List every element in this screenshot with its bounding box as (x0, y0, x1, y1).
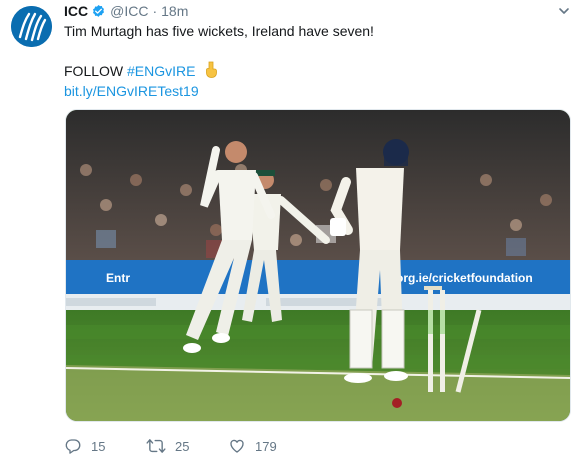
follow-prefix: FOLLOW (64, 63, 124, 79)
pointing-down-emoji-icon (203, 61, 219, 83)
cricket-photo: Entr org.ie/cricketfoundation (66, 110, 570, 421)
timestamp[interactable]: 18m (161, 2, 188, 20)
short-link[interactable]: bit.ly/ENGvIRETest19 (64, 81, 564, 101)
reply-icon (65, 439, 81, 454)
cricket-ball (392, 398, 402, 408)
verified-badge-icon (91, 4, 106, 19)
like-button[interactable]: 179 (228, 437, 310, 455)
tweet-card[interactable]: ICC @ICC · 18m Tim Murtagh has five wick… (0, 0, 582, 464)
like-count: 179 (255, 438, 277, 454)
like-icon (230, 439, 244, 453)
tweet-text-line: Tim Murtagh has five wickets, Ireland ha… (64, 23, 374, 39)
hashtag-link[interactable]: #ENGvIRE (127, 63, 195, 79)
avatar[interactable] (11, 6, 52, 47)
board-text-right: org.ie/cricketfoundation (396, 271, 533, 285)
retweet-button[interactable]: 25 (146, 437, 228, 455)
reply-count: 15 (91, 438, 106, 454)
tweet-actions: 15 25 179 (64, 436, 310, 456)
tweet-text: Tim Murtagh has five wickets, Ireland ha… (64, 21, 564, 101)
board-text-left: Entr (106, 271, 130, 285)
tweet-header: ICC @ICC · 18m (64, 2, 188, 20)
follow-line: FOLLOW #ENGvIRE (64, 61, 564, 81)
author-handle[interactable]: @ICC (110, 2, 148, 20)
separator-dot: · (152, 3, 158, 19)
chevron-down-icon[interactable] (556, 3, 572, 19)
reply-button[interactable]: 15 (64, 437, 146, 455)
tweet-photo[interactable]: Entr org.ie/cricketfoundation (65, 109, 571, 422)
author-name[interactable]: ICC (64, 2, 88, 20)
icc-logo (11, 6, 52, 47)
retweet-icon (146, 439, 166, 453)
retweet-count: 25 (175, 438, 190, 454)
